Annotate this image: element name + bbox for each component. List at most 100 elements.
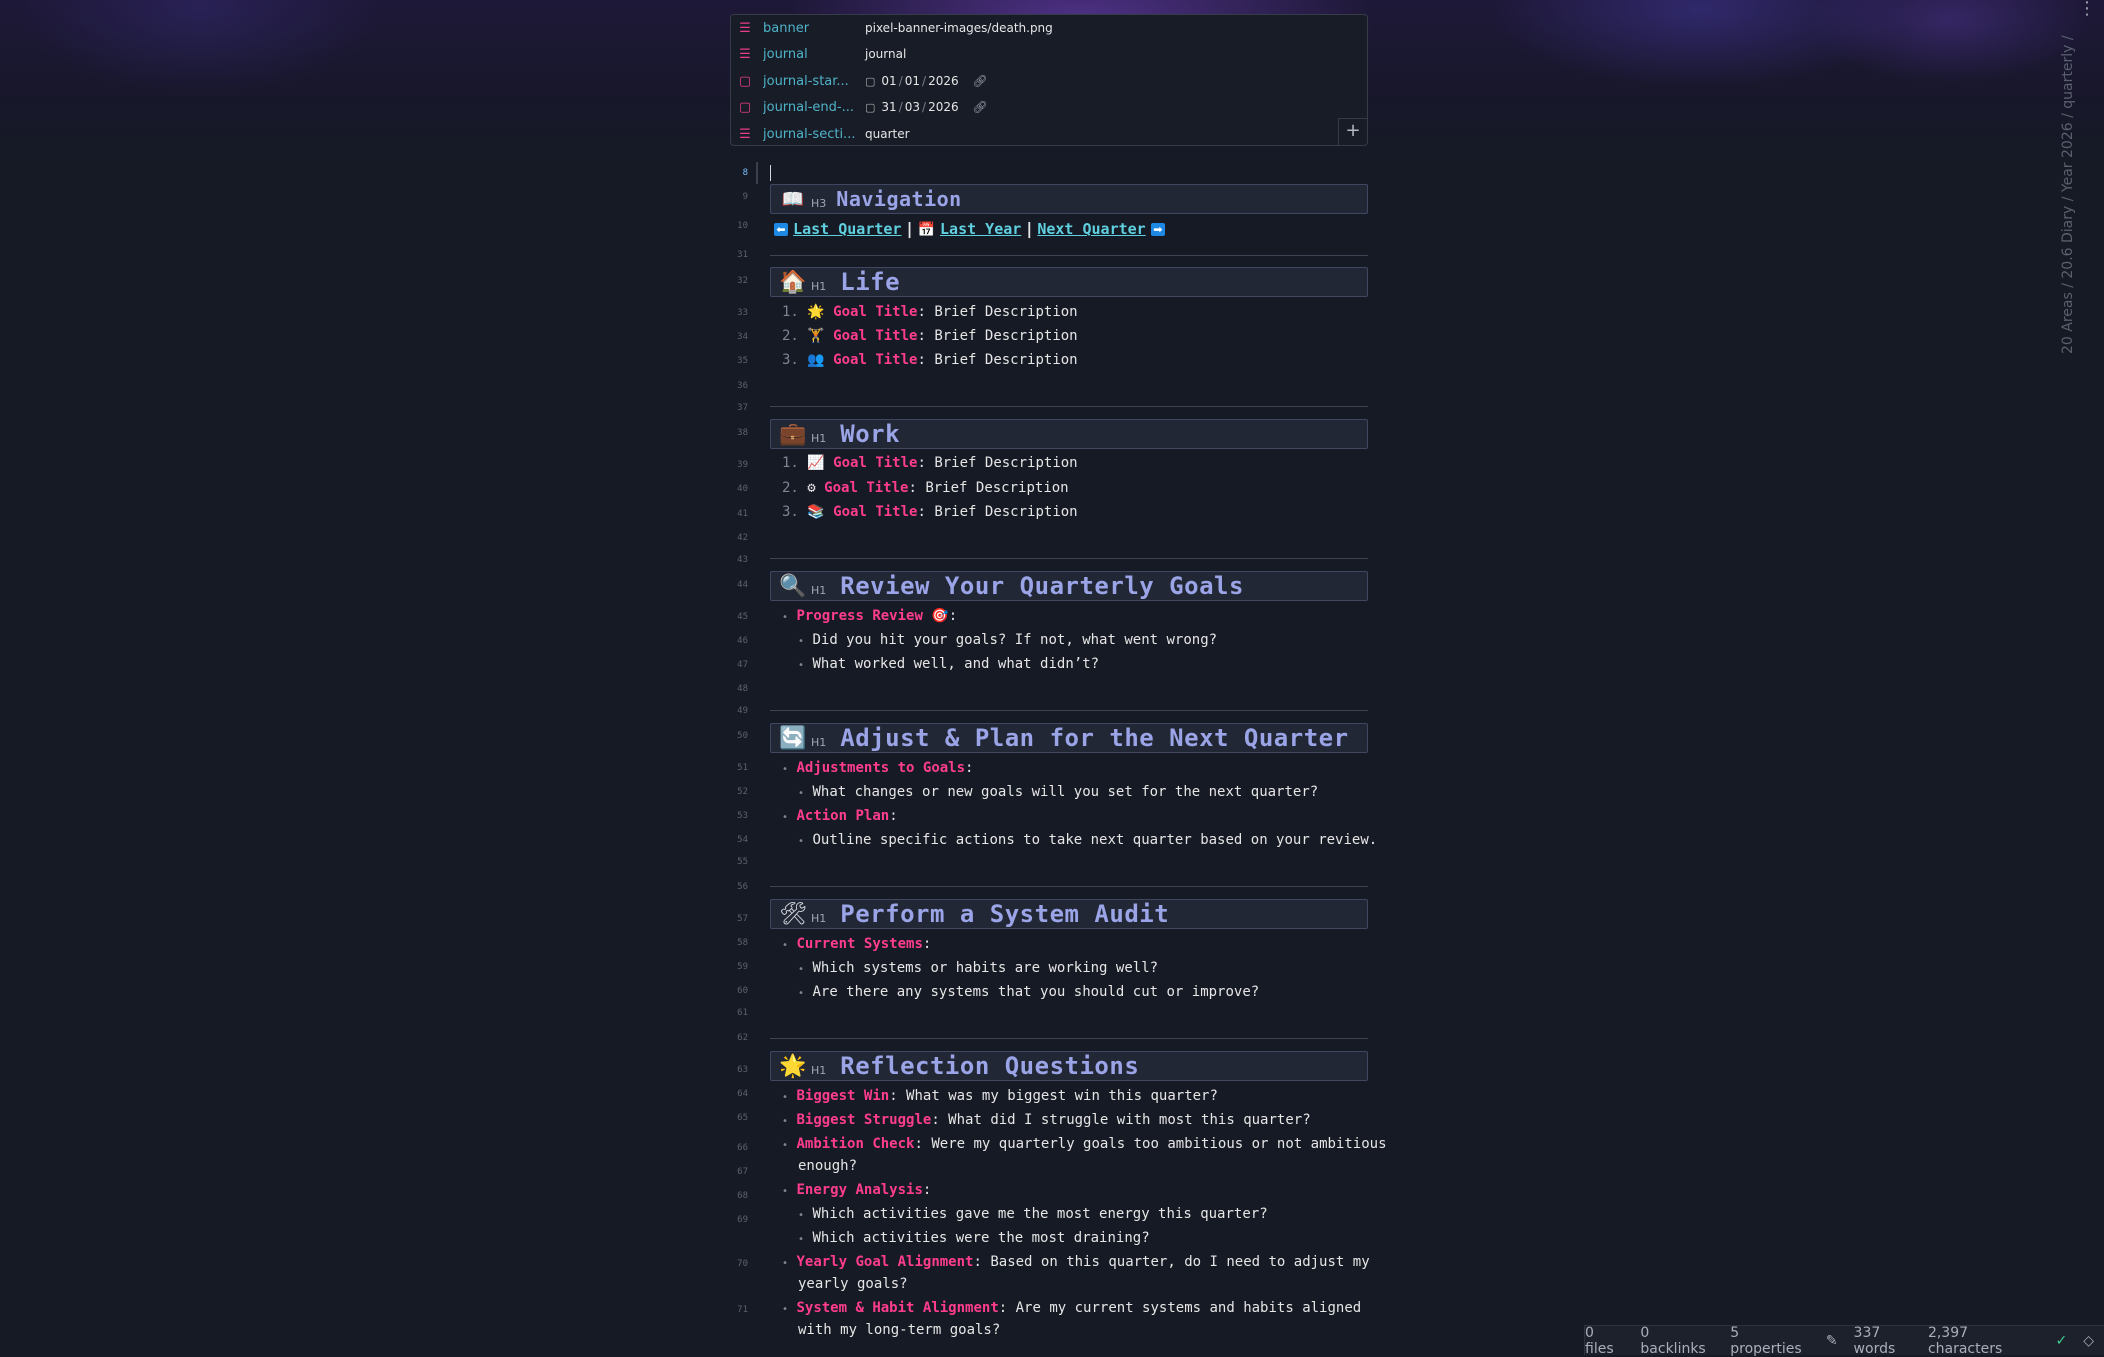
heading-level-badge: H3 xyxy=(811,196,827,210)
divider xyxy=(770,558,1368,559)
status-files[interactable]: 0 files xyxy=(1585,1325,1624,1357)
book-icon: 📖 xyxy=(781,188,805,210)
heading-level-badge: H1 xyxy=(811,911,827,925)
arrow-right-icon: ➡ xyxy=(1150,223,1165,236)
heading-reflection[interactable]: 🌟 H1 Reflection Questions xyxy=(770,1051,1368,1081)
weightlifter-icon: 🏋 xyxy=(807,328,825,344)
line-number: 8 xyxy=(742,168,748,178)
heading-adjust[interactable]: 🔄 H1 Adjust & Plan for the Next Quarter xyxy=(770,723,1368,753)
list-item: • Outline specific actions to take next … xyxy=(798,832,1378,848)
heading-navigation[interactable]: 📖 H3 Navigation xyxy=(770,184,1368,214)
line-number: 55 xyxy=(737,857,748,867)
status-backlinks[interactable]: 0 backlinks xyxy=(1640,1325,1714,1357)
line-number: 54 xyxy=(737,835,748,845)
line-number: 37 xyxy=(737,403,748,413)
text-cursor xyxy=(770,165,771,181)
list-item: • Yearly Goal Alignment: Based on this q… xyxy=(782,1254,1370,1270)
line-number: 44 xyxy=(737,580,748,590)
date-value[interactable]: ▢ 01/01/2026 🔗︎ xyxy=(865,74,988,88)
property-value[interactable]: quarter xyxy=(865,127,910,141)
property-value[interactable]: pixel-banner-images/death.png xyxy=(865,21,1053,35)
calendar-icon: ▢ xyxy=(738,73,752,89)
people-icon: 👥 xyxy=(807,352,825,368)
add-property-button[interactable]: + xyxy=(1338,118,1367,145)
heading-level-badge: H1 xyxy=(811,1063,827,1077)
separator: | xyxy=(1026,219,1033,238)
line-number: 66 xyxy=(737,1143,748,1153)
list-item-continuation: with my long-term goals? xyxy=(798,1322,1001,1338)
property-key[interactable]: journal-secti... xyxy=(763,127,858,142)
property-key[interactable]: banner xyxy=(763,21,858,36)
list-item: 1. 🌟 Goal Title: Brief Description xyxy=(782,304,1078,320)
status-words: 337 words xyxy=(1853,1324,1896,1357)
list-item: • Which systems or habits are working we… xyxy=(798,960,1159,976)
date-day: 01 xyxy=(881,74,897,88)
line-number: 46 xyxy=(737,636,748,646)
property-value[interactable]: journal xyxy=(865,47,906,61)
line-number: 9 xyxy=(742,192,748,202)
divider xyxy=(770,406,1368,407)
property-key[interactable]: journal xyxy=(763,47,858,62)
heading-text: Work xyxy=(840,420,901,448)
heading-level-badge: H1 xyxy=(811,583,827,597)
line-number: 33 xyxy=(737,308,748,318)
property-row-journal-end[interactable]: ▢ journal-end-... ▢ 31/03/2026 🔗︎ xyxy=(731,94,1367,120)
property-row-journal-section[interactable]: ☰ journal-secti... quarter xyxy=(731,121,1367,147)
property-row-journal[interactable]: ☰ journal journal xyxy=(731,41,1367,67)
line-number: 56 xyxy=(737,882,748,892)
divider xyxy=(770,1038,1368,1039)
breadcrumb-path: 20 Areas / 20.6 Diary / Year 2026 / quar… xyxy=(2060,35,2076,354)
line-number: 62 xyxy=(737,1033,748,1043)
property-row-journal-start[interactable]: ▢ journal-star... ▢ 01/01/2026 🔗︎ xyxy=(731,68,1367,94)
calendar-icon: 📅 xyxy=(917,222,935,238)
line-number: 69 xyxy=(737,1215,748,1225)
link-last-quarter[interactable]: Last Quarter xyxy=(793,220,901,238)
property-key[interactable]: journal-star... xyxy=(763,74,858,89)
books-icon: 📚 xyxy=(807,504,825,520)
date-day: 31 xyxy=(881,100,897,114)
heading-life[interactable]: 🏠 H1 Life xyxy=(770,267,1368,297)
list-item: • Action Plan: xyxy=(782,808,898,824)
property-key[interactable]: journal-end-... xyxy=(763,100,858,115)
link-last-year[interactable]: Last Year xyxy=(940,220,1021,238)
line-number: 38 xyxy=(737,428,748,438)
date-value[interactable]: ▢ 31/03/2026 🔗︎ xyxy=(865,100,988,114)
date-year: 2026 xyxy=(928,100,959,114)
list-item: • Adjustments to Goals: xyxy=(782,760,974,776)
heading-audit[interactable]: 🛠 H1 Perform a System Audit xyxy=(770,899,1368,929)
list-item: • Biggest Win: What was my biggest win t… xyxy=(782,1088,1218,1104)
line-number: 49 xyxy=(737,706,748,716)
arrow-left-icon: ⬅ xyxy=(774,223,788,236)
list-item: • What changes or new goals will you set… xyxy=(798,784,1319,800)
diamond-icon[interactable]: ◇ xyxy=(2083,1333,2094,1349)
status-properties[interactable]: 5 properties xyxy=(1730,1325,1810,1357)
tools-icon: 🛠 xyxy=(779,901,807,927)
divider xyxy=(770,710,1368,711)
link-icon[interactable]: 🔗︎ xyxy=(972,100,987,114)
line-number: 71 xyxy=(737,1305,748,1315)
link-next-quarter[interactable]: Next Quarter xyxy=(1037,220,1145,238)
line-number: 50 xyxy=(737,731,748,741)
line-number: 60 xyxy=(737,986,748,996)
link-icon[interactable]: 🔗︎ xyxy=(972,74,987,88)
sun-icon: 🌟 xyxy=(779,1053,807,1079)
heading-review[interactable]: 🔍 H1 Review Your Quarterly Goals xyxy=(770,571,1368,601)
list-item: 3. 👥 Goal Title: Brief Description xyxy=(782,352,1078,368)
line-number: 42 xyxy=(737,533,748,543)
navigation-links: ⬅ Last Quarter | 📅 Last Year | Next Quar… xyxy=(774,219,1165,238)
refresh-icon: 🔄 xyxy=(779,725,807,751)
line-number: 64 xyxy=(737,1089,748,1099)
list-item-continuation: yearly goals? xyxy=(798,1276,908,1292)
status-characters: 2,397 characters xyxy=(1927,1324,2003,1357)
property-row-banner[interactable]: ☰ banner pixel-banner-images/death.png xyxy=(731,15,1367,41)
list-item: 3. 📚 Goal Title: Brief Description xyxy=(782,504,1078,520)
list-item: • Which activities gave me the most ener… xyxy=(798,1206,1268,1222)
sync-check-icon[interactable]: ✓ xyxy=(2055,1333,2067,1349)
heading-text: Navigation xyxy=(836,187,962,211)
line-number: 35 xyxy=(737,356,748,366)
edit-pencil-icon[interactable]: ✎ xyxy=(1826,1333,1838,1349)
line-number: 36 xyxy=(737,381,748,391)
more-options-icon[interactable]: ⋮ xyxy=(2078,0,2096,18)
heading-work[interactable]: 💼 H1 Work xyxy=(770,419,1368,449)
line-number: 31 xyxy=(737,250,748,260)
